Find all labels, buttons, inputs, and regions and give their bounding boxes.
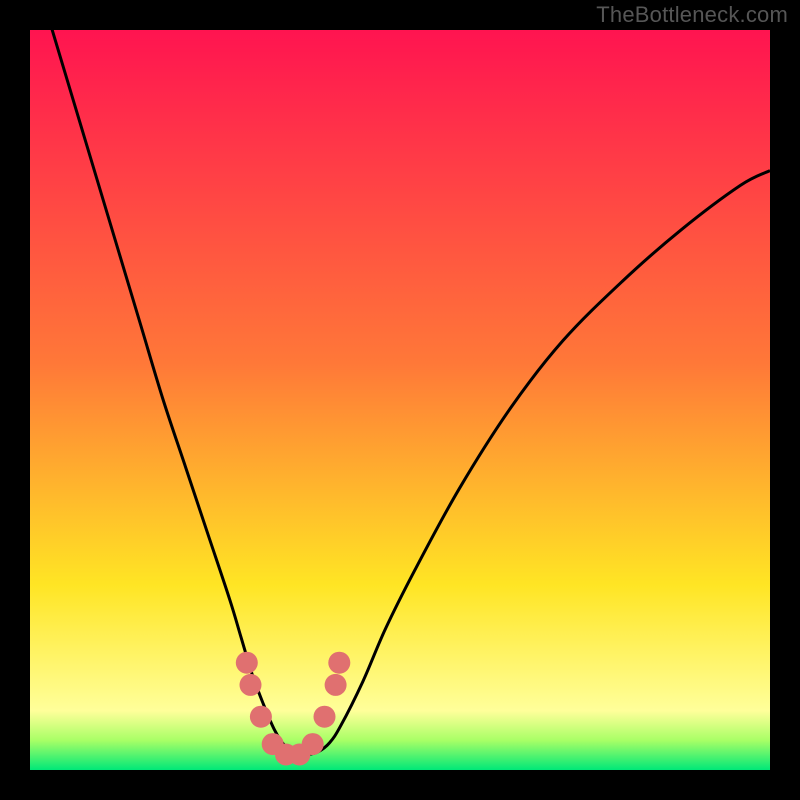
highlight-marker [250,706,272,728]
watermark-text: TheBottleneck.com [596,2,788,28]
highlight-marker [302,733,324,755]
gradient-background [30,30,770,770]
highlight-marker [328,652,350,674]
chart-svg [30,30,770,770]
highlight-marker [236,652,258,674]
highlight-marker [240,674,262,696]
highlight-marker [325,674,347,696]
highlight-marker [314,706,336,728]
chart-frame: TheBottleneck.com [0,0,800,800]
